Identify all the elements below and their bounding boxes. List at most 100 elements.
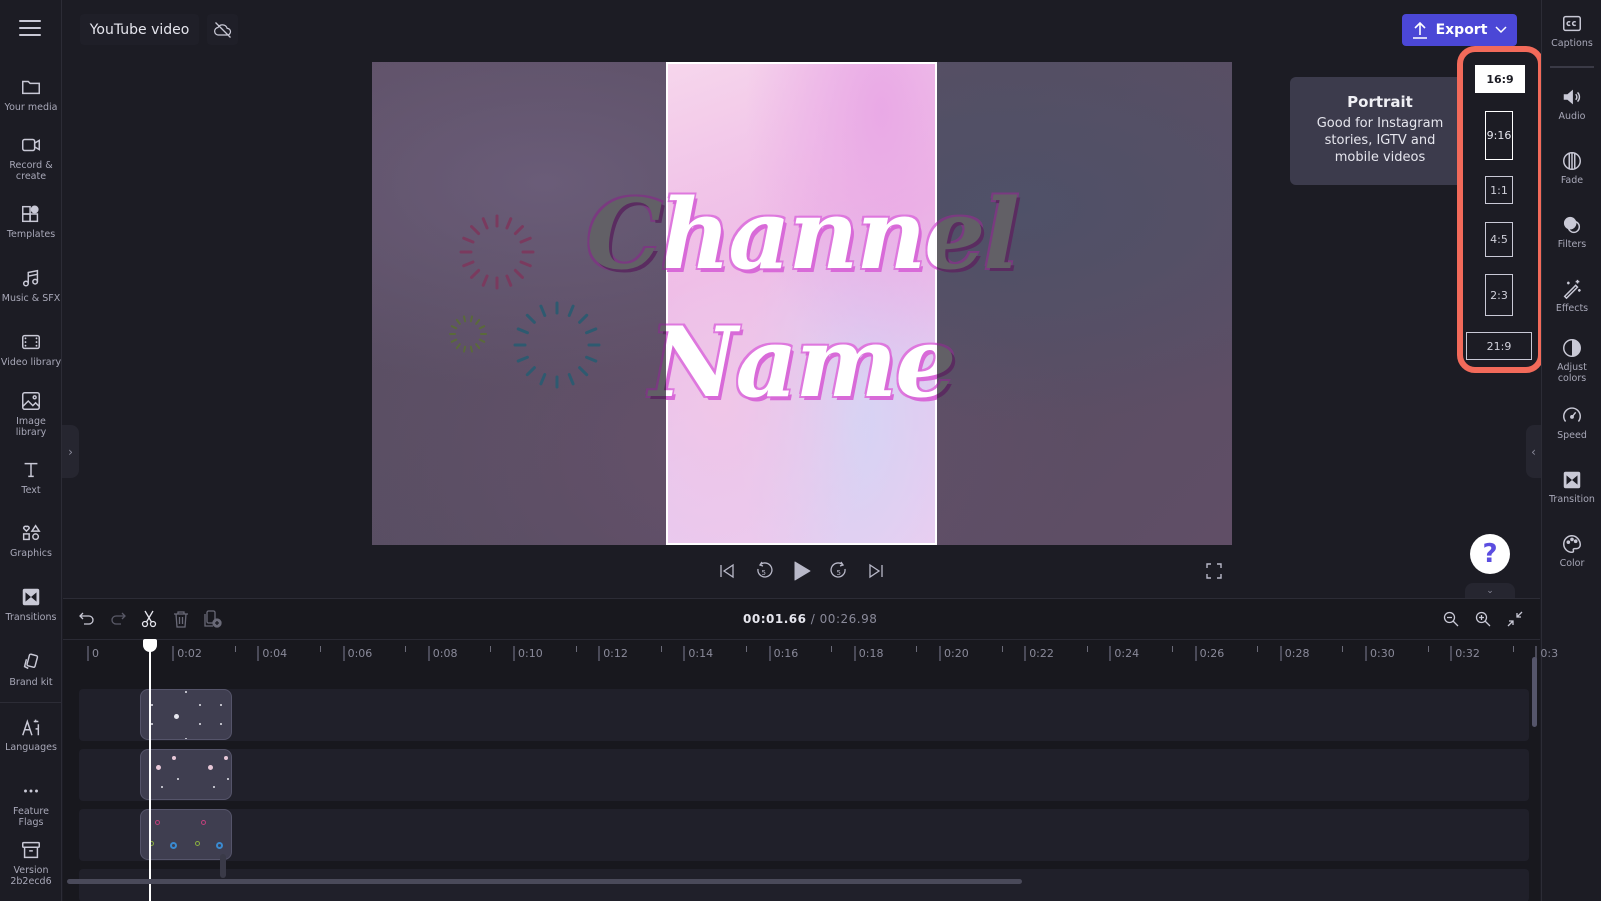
ruler-minor-tick: [1086, 646, 1088, 652]
svg-text:5: 5: [837, 569, 841, 577]
contrast-icon: [1563, 339, 1581, 357]
sidebar-item-text[interactable]: Text: [0, 459, 62, 496]
tooltip-title: Portrait: [1347, 93, 1413, 111]
sidebar-item-music-sfx[interactable]: Music & SFX: [0, 267, 62, 304]
film-icon: [22, 334, 40, 350]
skip-back-icon: [720, 563, 734, 579]
timeline-track: [79, 689, 1529, 741]
archive-icon: [22, 841, 40, 859]
ruler-tick-label: 0:24: [1109, 646, 1139, 661]
property-transition[interactable]: Transition: [1542, 469, 1601, 505]
sidebar-divider: [1550, 66, 1594, 68]
ruler-minor-tick: [1512, 646, 1514, 652]
ruler-tick-label: 0:06: [342, 646, 372, 661]
timeline-horizontal-scrollbar[interactable]: [67, 879, 1022, 884]
ruler-tick-label: 0:02: [172, 646, 202, 661]
ruler-tick-label: 0:04: [257, 646, 287, 661]
fullscreen-button[interactable]: [1203, 560, 1225, 582]
add-to-media-button[interactable]: [203, 609, 223, 629]
play-icon: [794, 561, 811, 581]
aspect-9-16-button[interactable]: 9:16: [1485, 111, 1513, 160]
ruler-tick-label: 0:32: [1450, 646, 1480, 661]
forward-5-button[interactable]: 5: [828, 560, 850, 582]
clip-stars-overlay[interactable]: [140, 689, 232, 740]
sidebar-item-transitions[interactable]: Transitions: [0, 586, 62, 623]
property-adjust-colors[interactable]: Adjust colors: [1542, 337, 1601, 384]
timeline-panel: 00:01.66 / 00:26.98 0 0:02 0:04 0:06 0:08 0:1…: [63, 598, 1558, 901]
ruler-minor-tick: [575, 646, 577, 652]
property-filters[interactable]: Filters: [1542, 214, 1601, 250]
sidebar-item-feature-flags[interactable]: Feature Flags: [0, 780, 62, 828]
aspect-2-3-button[interactable]: 2:3: [1485, 274, 1513, 316]
more-dots-icon: [24, 789, 38, 793]
timeline-ruler[interactable]: 0 0:02 0:04 0:06 0:08 0:10 0:12 0:14 0:16 0:18 0:2…: [63, 639, 1558, 665]
timeline-vertical-scrollbar[interactable]: [1532, 657, 1537, 727]
property-audio[interactable]: Audio: [1542, 86, 1601, 122]
time-separator: /: [810, 612, 816, 626]
timecode: 00:01.66 / 00:26.98: [743, 612, 877, 626]
sidebar-item-version[interactable]: Version 2b2ecd6: [0, 839, 62, 887]
sync-status-button[interactable]: [207, 14, 238, 45]
aspect-1-1-button[interactable]: 1:1: [1485, 176, 1513, 204]
sidebar-item-image-library[interactable]: Image library: [0, 390, 62, 438]
clip-sparkles-overlay[interactable]: [140, 749, 232, 800]
skip-to-start-button[interactable]: [716, 560, 738, 582]
delete-button[interactable]: [171, 609, 191, 629]
timeline-track: [79, 749, 1529, 801]
ruler-minor-tick: [831, 646, 833, 652]
fit-timeline-button[interactable]: [1505, 609, 1525, 629]
export-button[interactable]: Export: [1402, 14, 1517, 46]
collapse-right-panel-button[interactable]: ‹: [1526, 425, 1541, 478]
undo-button[interactable]: [77, 609, 97, 629]
ruler-tick-label: 0:12: [598, 646, 628, 661]
title-line-2-bright: Name: [666, 306, 937, 419]
property-captions[interactable]: Captions: [1542, 13, 1601, 49]
ruler-minor-tick: [320, 646, 321, 652]
playhead[interactable]: [149, 639, 151, 901]
property-effects[interactable]: Effects: [1542, 278, 1601, 314]
ruler-minor-tick: [1342, 646, 1344, 652]
aspect-ratio-panel: 16:9 9:16 1:1 4:5 2:3 21:9: [1457, 46, 1544, 373]
hamburger-menu-button[interactable]: [19, 20, 41, 38]
ruler-minor-tick: [490, 646, 492, 652]
collapse-preview-button[interactable]: ⌄: [1465, 583, 1515, 598]
aspect-4-5-button[interactable]: 4:5: [1485, 222, 1513, 257]
property-fade[interactable]: Fade: [1542, 150, 1601, 186]
ruler-minor-tick: [916, 646, 918, 652]
sidebar-item-languages[interactable]: Languages: [0, 716, 62, 753]
help-button[interactable]: ?: [1470, 534, 1510, 574]
property-color[interactable]: Color: [1542, 533, 1601, 569]
ruler-tick-label: 0:20: [939, 646, 969, 661]
timeline-track: [79, 869, 1529, 901]
project-title-input[interactable]: YouTube video: [80, 14, 199, 45]
aspect-21-9-button[interactable]: 21:9: [1466, 332, 1532, 360]
fullscreen-icon: [1206, 563, 1222, 579]
zoom-in-icon: [1475, 611, 1491, 627]
sidebar-item-templates[interactable]: Templates: [0, 203, 62, 240]
right-sidebar: Captions Audio Fade Filters Effects Adju…: [1541, 0, 1601, 901]
trash-icon: [174, 611, 188, 628]
zoom-in-button[interactable]: [1473, 609, 1493, 629]
fade-icon: [1563, 152, 1581, 170]
rewind-5-button[interactable]: 5: [753, 560, 775, 582]
sidebar-item-video-library[interactable]: Video library: [0, 331, 62, 368]
split-button[interactable]: [139, 609, 159, 629]
skip-to-end-button[interactable]: [865, 560, 887, 582]
play-button[interactable]: [791, 560, 813, 582]
aspect-16-9-button[interactable]: 16:9: [1475, 65, 1525, 93]
sidebar-item-brand-kit[interactable]: Brand kit: [0, 651, 62, 688]
clip-circles-overlay[interactable]: [140, 809, 232, 860]
expand-left-panel-button[interactable]: ›: [62, 425, 79, 478]
sidebar-item-graphics[interactable]: Graphics: [0, 522, 62, 559]
property-speed[interactable]: Speed: [1542, 405, 1601, 441]
ruler-tick-label: 0: [87, 646, 99, 661]
video-preview[interactable]: Channel Name Channel Name: [372, 62, 1232, 545]
sidebar-item-record-create[interactable]: Record & create: [0, 134, 62, 182]
ruler-minor-tick: [660, 646, 662, 652]
ruler-minor-tick: [1427, 646, 1429, 652]
redo-button[interactable]: [108, 609, 128, 629]
captions-icon: [1563, 15, 1581, 32]
zoom-out-button[interactable]: [1441, 609, 1461, 629]
ruler-tick-label: 0:10: [513, 646, 543, 661]
sidebar-item-your-media[interactable]: Your media: [0, 76, 62, 113]
